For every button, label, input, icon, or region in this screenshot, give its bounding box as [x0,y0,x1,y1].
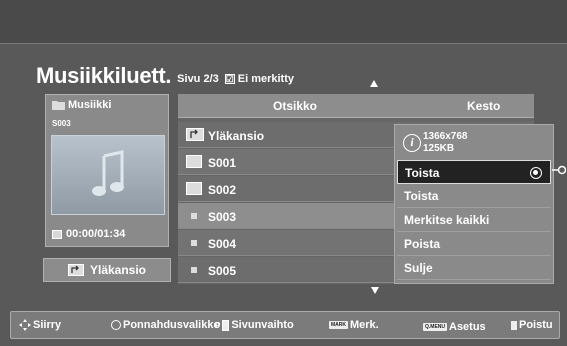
mark-key-icon: MARK [329,321,348,329]
navigate-arrows-icon [19,319,31,331]
folder-icon [186,182,202,195]
pointer-indicator-icon [552,165,566,175]
menu-item-close[interactable]: Sulje [397,256,551,280]
help-move: Siirry [19,319,61,331]
title-area: Musiikkiluett. Sivu 2/3 ☑ Ei merkitty [36,62,294,88]
list-item-label: S001 [208,156,237,170]
preview-code: S003 [52,119,71,128]
file-icon [191,240,197,246]
help-exit-label: Poistu [519,319,553,331]
up-folder-icon [67,264,84,276]
file-icon [191,213,197,219]
menu-item-label: Sulje [404,261,433,275]
help-page-change-label: Sivunvaihto [231,319,294,331]
help-settings-label: Asetus [449,321,486,333]
up-folder-button-label: Yläkansio [89,263,147,277]
scroll-up-icon[interactable] [370,80,378,87]
playback-time: 00:00/01:34 [52,228,125,240]
menu-item-play[interactable]: Toista [397,184,551,208]
list-item-label: Yläkansio [208,129,265,143]
menu-item-delete[interactable]: Poista [397,232,551,256]
top-bar [0,0,567,44]
file-info-text: 1366x768 125KB [423,131,468,155]
list-item-label: S005 [208,264,237,278]
unmarked-filter: ☑ Ei merkitty [224,72,294,86]
music-note-icon [92,150,124,196]
back-key-icon [511,320,517,330]
screen: Musiikkiluett. Sivu 2/3 ☑ Ei merkitty Mu… [0,0,567,346]
preview-folder: Musiikki [52,99,111,111]
up-folder-button[interactable]: Yläkansio [43,258,171,282]
scroll-down-icon[interactable] [371,287,379,294]
page-indicator: Sivu 2/3 [177,73,219,85]
up-folder-icon [186,128,204,144]
list-item-label: S002 [208,183,237,197]
help-settings: Q.MENU Asetus [423,321,486,333]
preview-panel: Musiikki S003 00:00/01:34 [45,94,169,247]
help-exit: Poistu [511,319,553,331]
menu-item-label: Merkitse kaikki [404,213,490,227]
menu-item-label: Poista [404,237,441,251]
help-popup-menu: Ponnahdusvalikko [111,319,220,331]
help-move-label: Siirry [33,319,62,331]
list-header: Otsikko Kesto [178,94,534,118]
p-key-label: P [215,320,221,330]
page-title: Musiikkiluett. [36,63,172,88]
list-item-label: S004 [208,237,237,251]
ok-button-icon [111,320,121,330]
menu-item-label: Toista [404,189,439,203]
menu-item-label: Toista [405,166,440,180]
info-icon: i [403,134,421,152]
help-mark-label: Merk. [350,319,379,331]
folder-icon [52,101,65,110]
popup-menu: i 1366x768 125KB Toista Toista Merkitse … [394,124,554,284]
list-item-label: S003 [208,210,237,224]
stop-icon [52,229,62,239]
folder-icon [186,155,202,168]
column-title: Otsikko [273,99,318,113]
music-thumbnail [51,135,165,215]
menu-item-play-selected[interactable]: Toista [397,160,551,184]
help-popup-menu-label: Ponnahdusvalikko [123,319,221,331]
checkbox-icon: ☑ [224,74,235,84]
column-duration: Kesto [467,99,501,113]
help-bar: Siirry Ponnahdusvalikko P Sivunvaihto MA… [10,311,560,339]
qmenu-key-icon: Q.MENU [423,323,447,331]
menu-item-mark-all[interactable]: Merkitse kaikki [397,208,551,232]
help-page-change: P Sivunvaihto [215,319,294,331]
file-icon [191,267,197,273]
file-size: 125KB [423,143,455,154]
file-resolution: 1366x768 [423,131,468,142]
file-info: i 1366x768 125KB [403,131,468,155]
radio-selected-icon [530,167,542,179]
page-key-icon [222,319,230,331]
preview-folder-label: Musiikki [68,99,112,111]
unmarked-label: Ei merkitty [237,73,294,85]
playback-time-value: 00:00/01:34 [66,228,126,240]
help-mark: MARK Merk. [329,319,379,331]
